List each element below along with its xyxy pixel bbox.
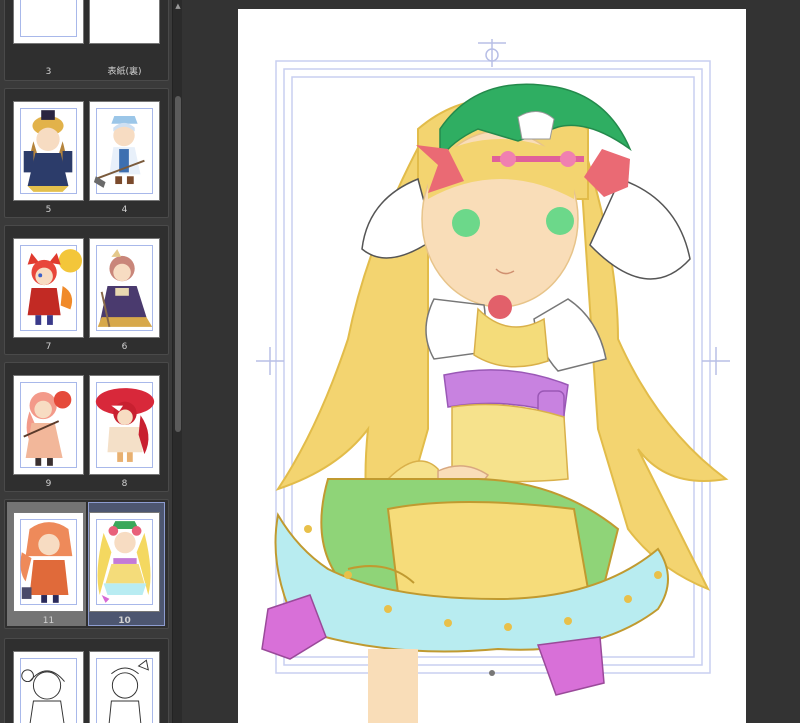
scrollbar-thumb[interactable]	[175, 96, 181, 432]
page-number-label: 9	[45, 479, 52, 489]
page-thumbnail-3[interactable]	[13, 0, 84, 44]
character-illustration	[23, 390, 72, 466]
page-spread[interactable]: 7 6	[4, 225, 169, 355]
canvas-page[interactable]	[238, 9, 746, 723]
page-number-label: 5	[45, 205, 52, 215]
canvas-illustration	[256, 39, 730, 723]
page-number-label: 11	[42, 616, 55, 626]
page-number-label: 8	[121, 479, 128, 489]
scroll-up-arrow-icon[interactable]: ▲	[174, 2, 182, 10]
sketch-illustration	[21, 669, 65, 723]
page-number-label: 表紙(裏)	[107, 67, 142, 77]
page-thumbnail-sketch[interactable]	[13, 651, 84, 723]
page-thumbnail-6[interactable]	[89, 238, 160, 338]
page-number-label: 6	[121, 342, 128, 352]
page-spread[interactable]	[4, 638, 169, 723]
page-thumbnail-7[interactable]	[13, 238, 84, 338]
page-number-label: 7	[45, 342, 52, 352]
page-number-label: 10	[118, 616, 131, 626]
page-guide-frame	[20, 0, 77, 37]
character-illustration	[93, 116, 145, 188]
page-spread[interactable]: 9 8	[4, 362, 169, 492]
character-illustration	[97, 521, 151, 603]
page-thumbnail-8[interactable]	[89, 375, 160, 475]
page-thumbnail-5[interactable]	[13, 101, 84, 201]
character-illustration	[95, 388, 155, 462]
page-spread[interactable]: 3 表紙(裏)	[4, 0, 169, 81]
page-management-panel: 3 表紙(裏) 5 4 7 6 9 8 11 10	[0, 0, 172, 723]
page-thumbnail-sketch[interactable]	[89, 651, 160, 723]
page-thumbnail-11[interactable]	[13, 512, 84, 612]
page-number-label: 4	[121, 205, 128, 215]
page-thumbnail-back-cover[interactable]	[89, 0, 160, 44]
page-spread-selected[interactable]: 11 10	[4, 499, 169, 629]
character-illustration	[20, 522, 73, 603]
canvas-workspace[interactable]	[182, 0, 800, 723]
page-number-label: 3	[45, 67, 52, 77]
page-spread[interactable]: 5 4	[4, 88, 169, 218]
character-illustration	[27, 249, 83, 325]
character-illustration	[97, 249, 153, 328]
character-illustration	[23, 110, 73, 192]
page-thumbnail-4[interactable]	[89, 101, 160, 201]
page-thumbnail-9[interactable]	[13, 375, 84, 475]
page-thumbnail-10[interactable]	[89, 512, 160, 612]
sketch-illustration	[108, 659, 149, 723]
